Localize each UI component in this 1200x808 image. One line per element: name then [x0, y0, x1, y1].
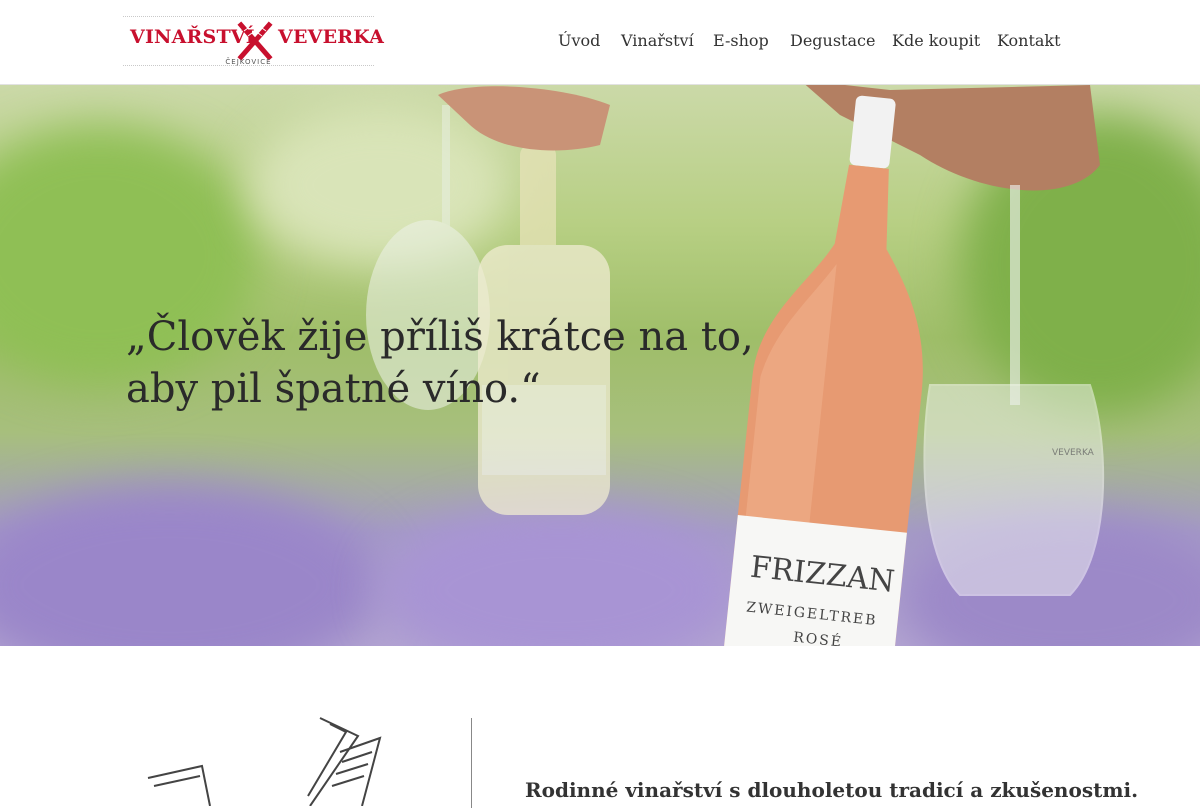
nav-item-kontakt[interactable]: Kontakt [997, 31, 1061, 50]
nav-item-degustace[interactable]: Degustace [790, 31, 875, 50]
windmill-cross-icon [237, 21, 273, 61]
nav-item-vinarstvi[interactable]: Vinařství [621, 31, 694, 50]
brand-logo[interactable]: VINAŘSTVÍ VEVERKA ČEJKOVICE [123, 16, 384, 66]
logo-text-right: VEVERKA [278, 26, 385, 48]
nav-item-eshop[interactable]: E-shop [713, 31, 769, 50]
wine-press-illustration-icon [147, 717, 382, 806]
site-header: VINAŘSTVÍ VEVERKA ČEJKOVICE Úvod Vinařst… [0, 0, 1200, 85]
hero-quote-line: aby pil špatné víno.“ [126, 366, 541, 412]
intro-heading: Rodinné vinařství s dlouholetou tradicí … [525, 778, 1139, 802]
hero-quote-line: „Člověk žije příliš krátce na to, [126, 314, 754, 360]
glass-engraving: VEVERKA [1052, 448, 1095, 458]
hero-banner: VEVERKA FRIZZAN ZWEIGELTREB ROSÉ „Člověk… [0, 85, 1200, 646]
intro-divider [471, 718, 472, 808]
logo-subtitle: ČEJKOVICE [225, 58, 272, 66]
nav-item-uvod[interactable]: Úvod [558, 31, 600, 50]
nav-item-kde-koupit[interactable]: Kde koupit [892, 31, 980, 50]
hero-quote: „Člověk žije příliš krátce na to, aby pi… [126, 311, 766, 415]
